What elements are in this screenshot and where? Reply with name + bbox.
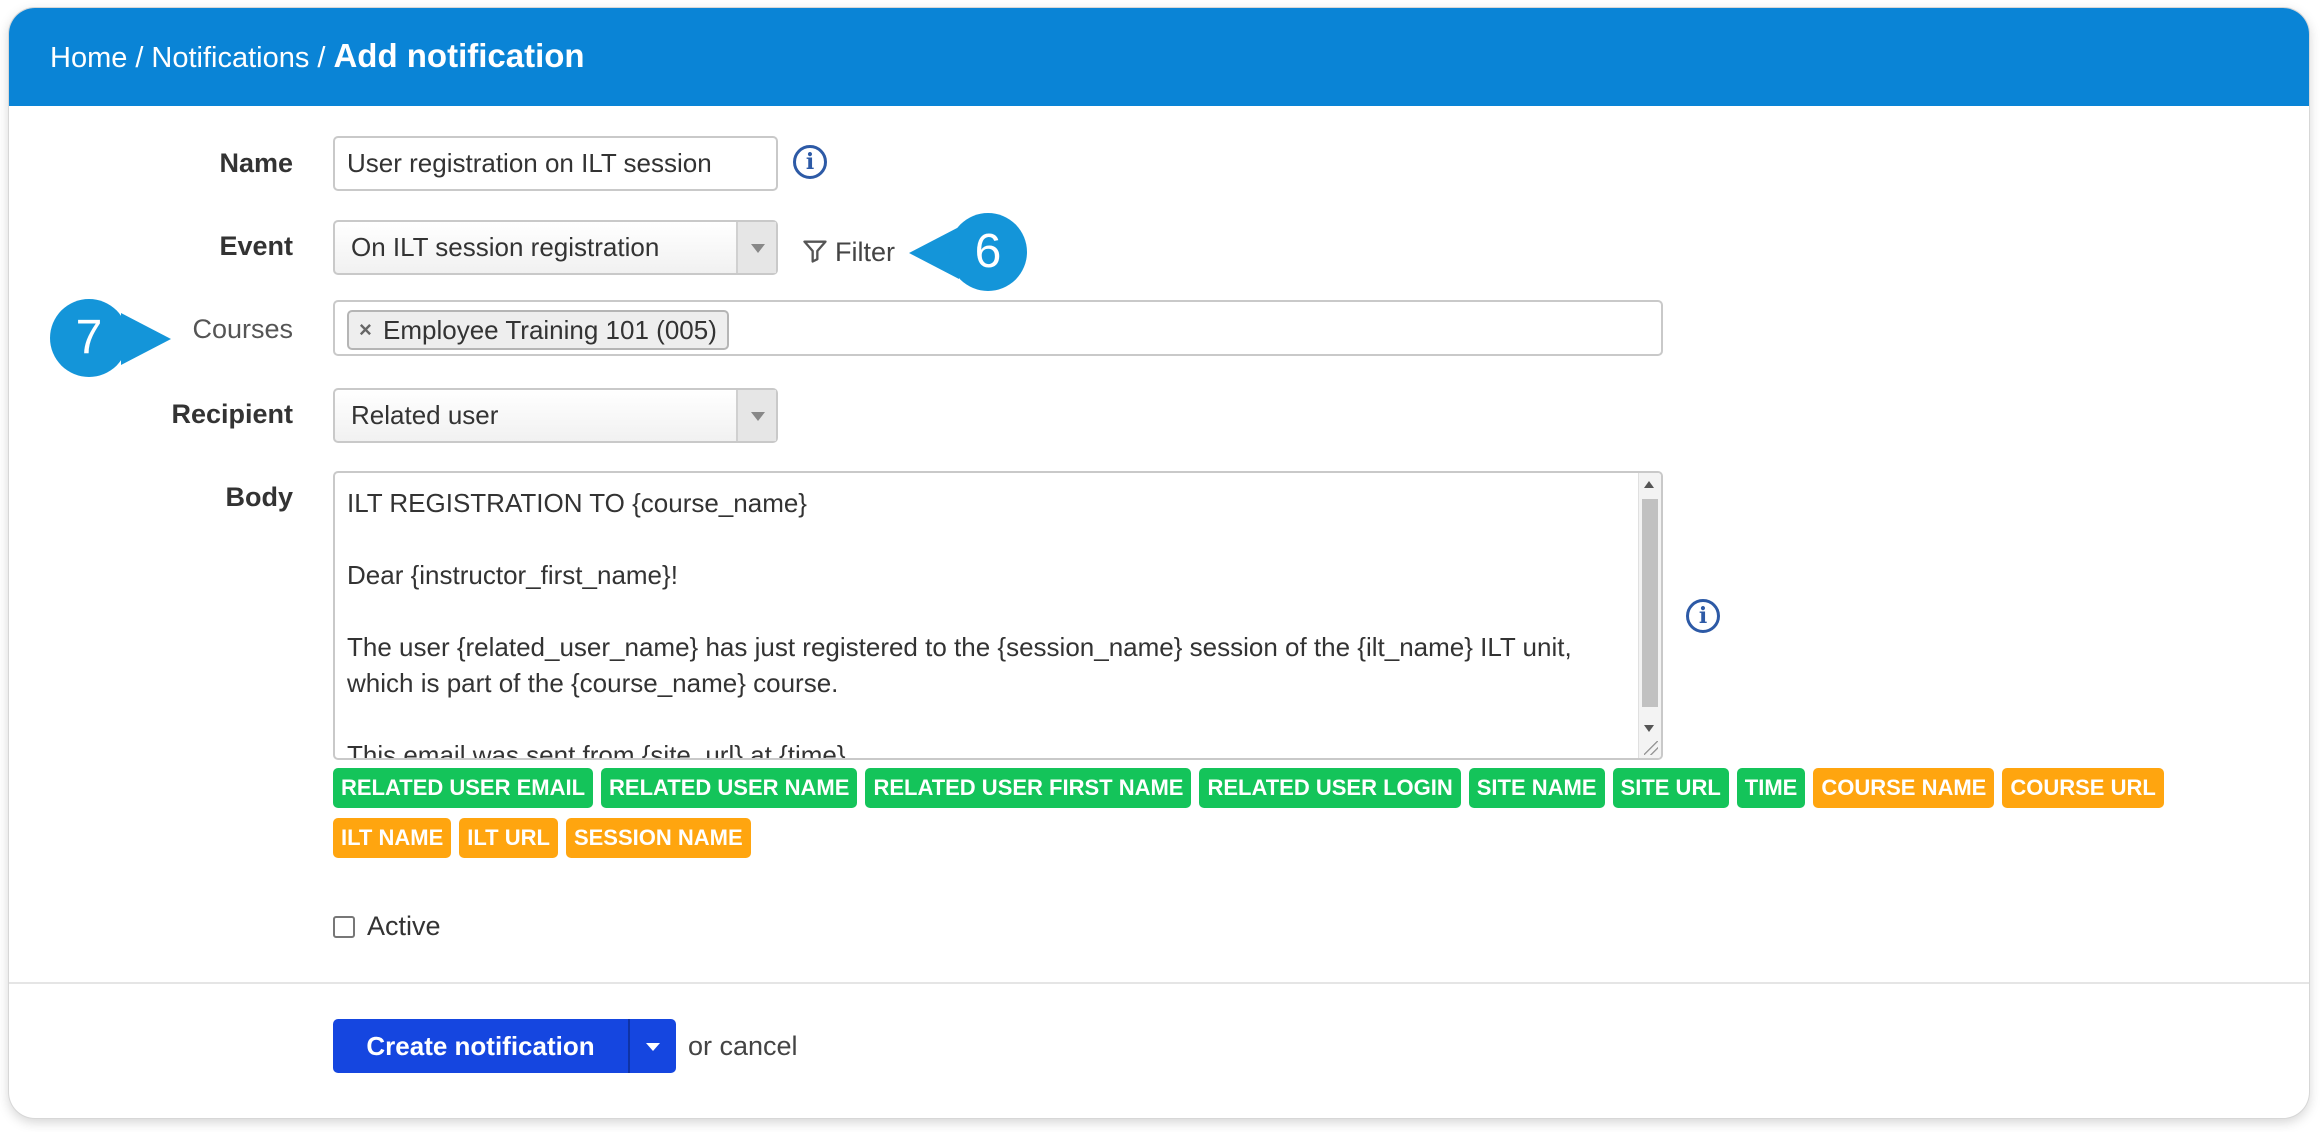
placeholder-site-name[interactable]: SITE NAME [1468,768,1605,808]
courses-label: Courses [192,314,293,344]
create-options-dropdown-button[interactable] [628,1019,676,1073]
course-tag: × Employee Training 101 (005) [347,310,729,350]
remove-tag-icon[interactable]: × [359,312,372,348]
name-input[interactable]: User registration on ILT session [333,136,778,191]
breadcrumb: Home / Notifications / Add notification [50,36,585,78]
body-line: This email was sent from {site_url} at {… [347,740,846,760]
placeholder-course-name[interactable]: COURSE NAME [1813,768,1995,808]
event-select-value: On ILT session registration [351,232,660,262]
placeholder-tags: RELATED USER EMAIL RELATED USER NAME RELAT… [333,768,2293,868]
scroll-down-icon[interactable] [1644,725,1654,732]
body-textarea[interactable]: ILT REGISTRATION TO {course_name} Dear {… [333,471,1663,760]
placeholder-time[interactable]: TIME [1736,768,1806,808]
breadcrumb-notifications[interactable]: Notifications [151,42,309,74]
breadcrumb-home[interactable]: Home [50,42,127,74]
event-label: Event [219,231,293,261]
info-icon[interactable]: i [793,145,827,179]
recipient-select-value: Related user [351,400,499,430]
body-line: Dear {instructor_first_name}! [347,560,678,590]
name-label: Name [219,148,293,178]
create-notification-button[interactable]: Create notification [333,1019,628,1073]
divider [9,982,2309,984]
breadcrumb-separator: / [317,42,326,74]
resize-handle-icon[interactable] [1644,741,1658,755]
placeholder-ilt-name[interactable]: ILT NAME [333,818,452,858]
recipient-label: Recipient [171,399,293,429]
body-line: ILT REGISTRATION TO {course_name} [347,488,807,518]
breadcrumb-separator: / [135,42,144,74]
body-label: Body [225,482,294,512]
event-select[interactable]: On ILT session registration [333,220,778,275]
body-line [347,701,1621,737]
info-icon[interactable]: i [1686,599,1720,633]
chevron-down-icon[interactable] [736,222,776,273]
placeholder-site-url[interactable]: SITE URL [1612,768,1729,808]
active-row: Active [333,908,441,944]
body-line [347,593,1621,629]
placeholder-related-user-login[interactable]: RELATED USER LOGIN [1199,768,1461,808]
filter-label: Filter [835,237,895,267]
page-header: Home / Notifications / Add notification [9,8,2309,106]
body-line: The user {related_user_name} has just re… [347,632,1572,662]
placeholder-course-url[interactable]: COURSE URL [2002,768,2164,808]
courses-multiselect[interactable]: × Employee Training 101 (005) [333,300,1663,356]
placeholder-related-user-name[interactable]: RELATED USER NAME [601,768,858,808]
placeholder-ilt-url[interactable]: ILT URL [459,818,558,858]
body-scrollbar[interactable] [1638,473,1661,758]
body-line: which is part of the {course_name} cours… [347,668,839,698]
active-label[interactable]: Active [367,911,441,941]
scroll-thumb[interactable] [1642,499,1658,707]
filter-icon [803,240,827,263]
callout-badge-6: 6 [949,213,1027,291]
placeholder-session-name[interactable]: SESSION NAME [565,818,751,858]
placeholder-related-user-first-name[interactable]: RELATED USER FIRST NAME [865,768,1192,808]
notification-card: Home / Notifications / Add notification Name… [9,8,2309,1118]
body-line [347,521,1621,557]
placeholder-related-user-email[interactable]: RELATED USER EMAIL [333,768,594,808]
page-title: Add notification [333,37,585,74]
recipient-select[interactable]: Related user [333,388,778,443]
filter-link[interactable]: Filter [801,234,895,270]
course-tag-label: Employee Training 101 (005) [383,315,717,345]
active-checkbox[interactable] [333,916,355,938]
chevron-down-icon[interactable] [736,390,776,441]
scroll-up-icon[interactable] [1644,481,1654,488]
cancel-link[interactable]: or cancel [688,1028,798,1064]
